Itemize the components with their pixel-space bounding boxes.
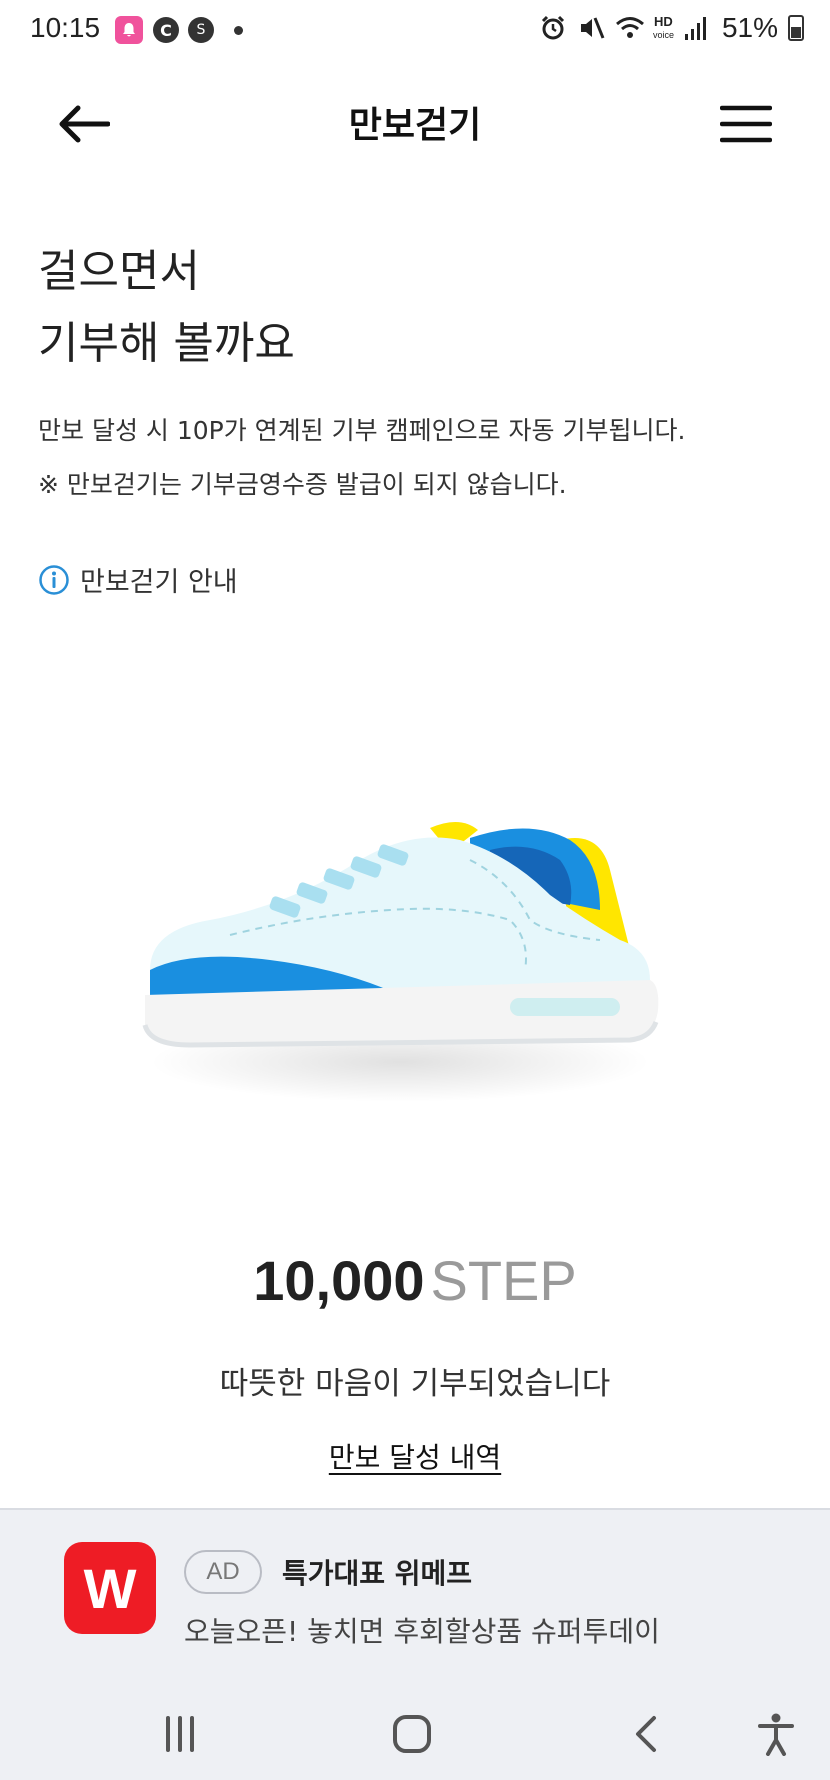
headline-line-2: 기부해 볼까요: [38, 318, 295, 369]
donation-message: 따뜻한 마음이 기부되었습니다: [219, 1366, 611, 1402]
info-icon: [39, 564, 69, 595]
app-bar: 만보걷기: [0, 70, 830, 180]
c-app-icon: C: [153, 17, 179, 43]
chevron-left-icon: [636, 1716, 656, 1752]
sneaker-illustration: [130, 800, 670, 1120]
step-count: 10,000 STEP: [0, 1248, 830, 1313]
accessibility-icon: [758, 1713, 794, 1756]
menu-button[interactable]: [714, 92, 778, 156]
back-nav-button[interactable]: [616, 1704, 676, 1764]
wemakeprice-logo[interactable]: W: [64, 1542, 156, 1634]
status-bar: 10:15 C S HD voice 51%: [0, 0, 830, 62]
s-app-icon: S: [188, 17, 214, 43]
achievement-history-link[interactable]: 만보 달성 내역: [329, 1441, 501, 1474]
status-time: 10:15: [30, 12, 101, 43]
accessibility-button[interactable]: [746, 1704, 806, 1764]
headline: 걸으면서 기부해 볼까요: [38, 236, 295, 380]
step-unit: STEP: [430, 1249, 577, 1312]
wifi-icon: [615, 14, 644, 42]
dot-icon: [234, 26, 243, 35]
status-right-group: HD voice 51%: [539, 12, 804, 44]
recent-apps-button[interactable]: [150, 1704, 210, 1764]
description-line-2: ※ 만보걷기는 기부금영수증 발급이 되지 않습니다.: [38, 470, 567, 499]
home-icon: [393, 1715, 431, 1753]
description: 만보 달성 시 10P가 연계된 기부 캠페인으로 자동 기부됩니다. ※ 만보…: [38, 404, 685, 512]
history-link-wrap: 만보 달성 내역: [0, 1436, 830, 1476]
headline-line-1: 걸으면서: [38, 246, 200, 297]
recent-apps-icon: [166, 1716, 194, 1752]
battery-icon: [788, 15, 804, 41]
mute-icon: [577, 14, 605, 42]
hamburger-menu-icon: [720, 105, 772, 143]
hd-label: HD: [654, 13, 673, 29]
ad-badge: AD: [184, 1550, 262, 1594]
page-title: 만보걷기: [348, 105, 482, 146]
signal-icon: [684, 14, 712, 42]
hd-voice-icon: HD voice: [652, 13, 674, 41]
battery-percent: 51%: [721, 12, 778, 43]
guide-link[interactable]: 만보걷기 안내: [38, 560, 238, 599]
guide-label: 만보걷기 안내: [80, 567, 238, 598]
ad-title[interactable]: 특가대표 위메프: [282, 1552, 472, 1592]
home-button[interactable]: [382, 1704, 442, 1764]
system-nav-bar: [0, 1680, 830, 1780]
alarm-icon: [539, 14, 567, 42]
description-line-1: 만보 달성 시 10P가 연계된 기부 캠페인으로 자동 기부됩니다.: [38, 416, 686, 445]
step-number: 10,000: [253, 1249, 425, 1312]
voice-label: voice: [652, 29, 674, 40]
ad-subtitle[interactable]: 오늘오픈! 놓치면 후회할상품 슈퍼투데이: [184, 1610, 660, 1650]
bell-notification-icon: [115, 16, 143, 44]
